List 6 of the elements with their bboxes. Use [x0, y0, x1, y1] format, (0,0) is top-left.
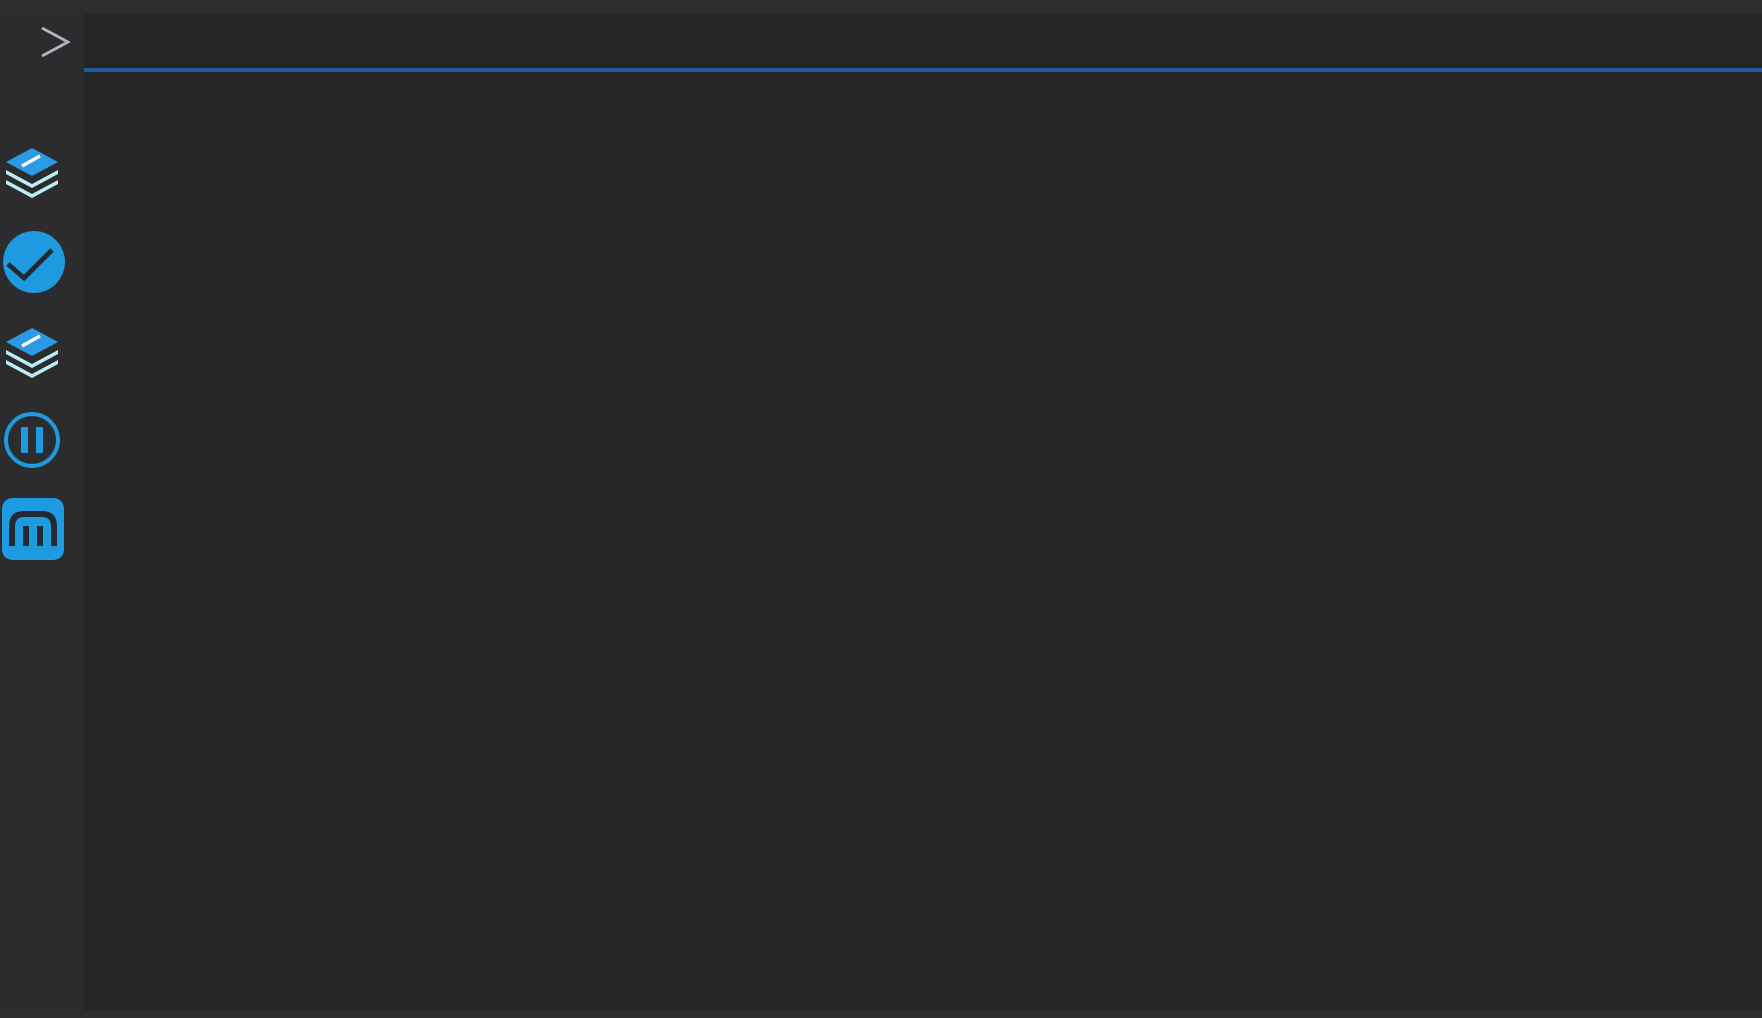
pause-icon[interactable]: [2, 410, 62, 470]
check-icon[interactable]: [2, 230, 66, 294]
layers-icon[interactable]: [2, 322, 62, 382]
layers-icon[interactable]: [2, 142, 62, 202]
chevron-right-icon[interactable]: [40, 26, 70, 58]
logo-icon[interactable]: [2, 498, 64, 560]
